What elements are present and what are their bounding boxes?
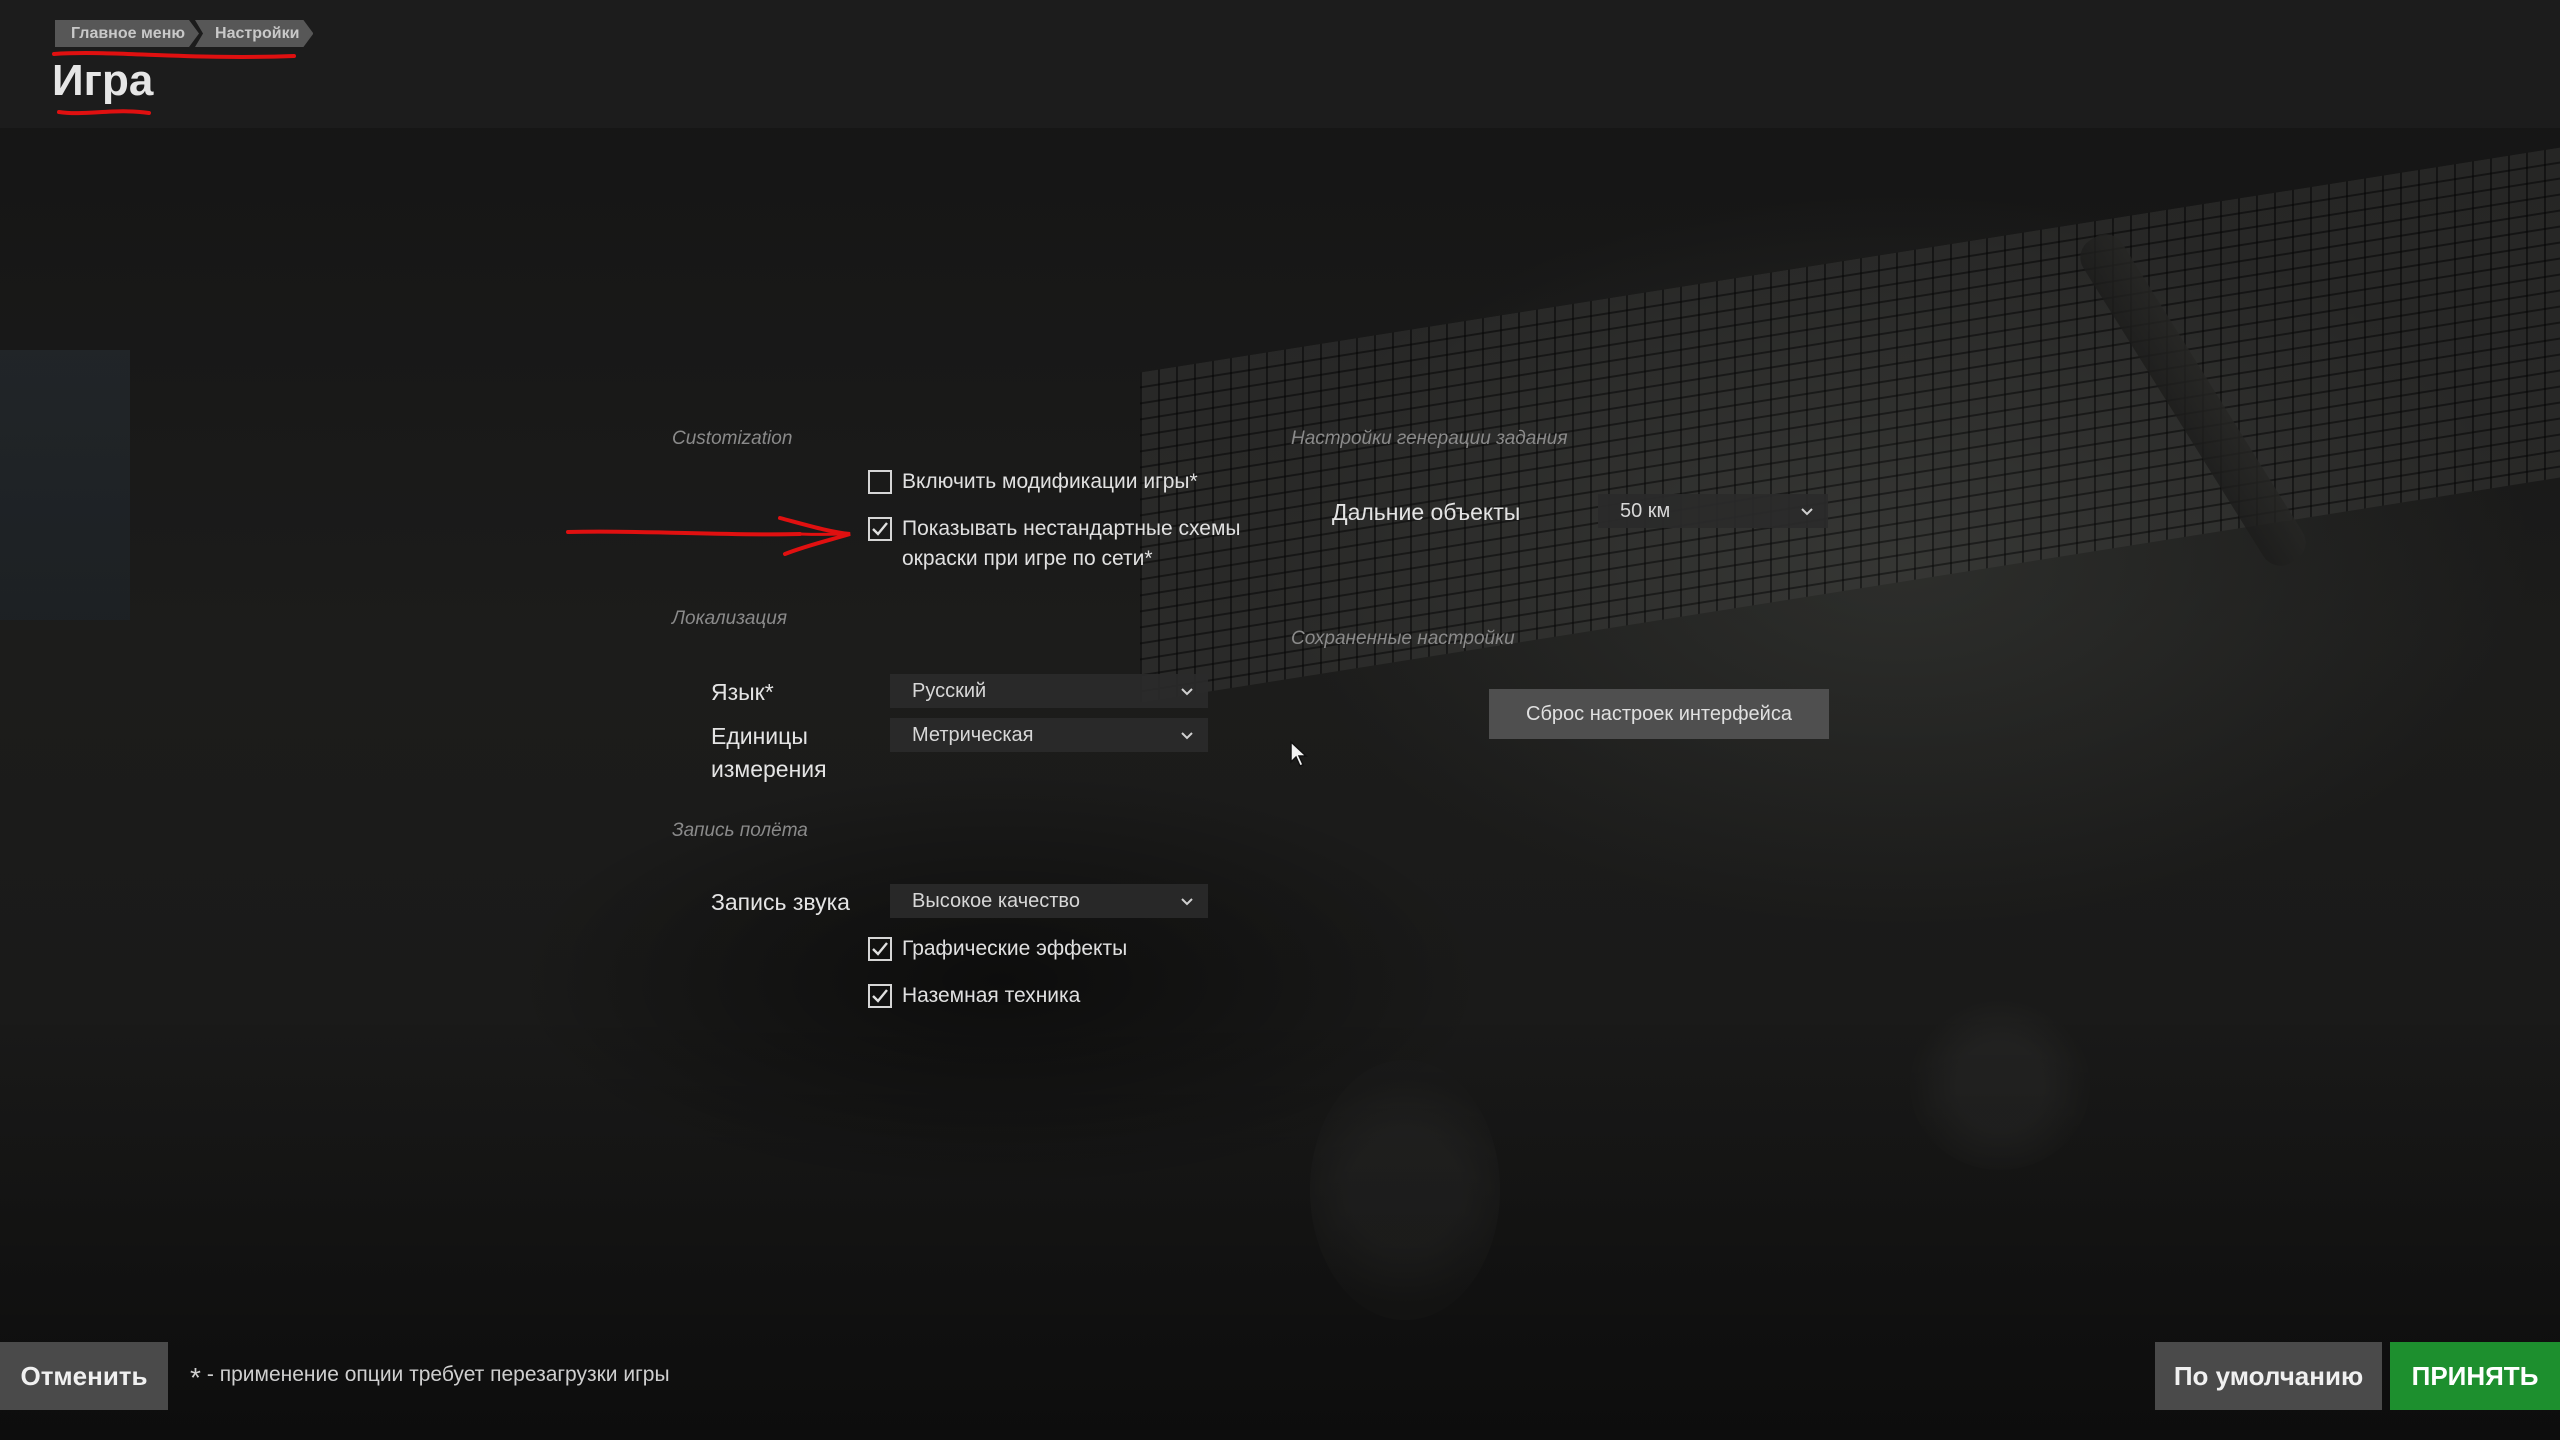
section-label-customization: Customization [672, 428, 793, 449]
chevron-down-icon [1801, 508, 1813, 516]
breadcrumb-settings[interactable]: Настройки [195, 20, 313, 47]
units-value: Метрическая [912, 723, 1034, 746]
show-custom-skins-checkbox-row[interactable]: Показывать нестандартные схемы окраски п… [868, 514, 1241, 574]
hangar-window-grid [1140, 147, 2560, 703]
section-label-saved-settings: Сохраненные настройки [1291, 628, 1515, 649]
restart-footnote: * - применение опции требует перезагрузки… [190, 1362, 670, 1394]
footnote-star: * [190, 1362, 201, 1393]
breadcrumb: Главное меню Настройки [55, 20, 313, 47]
language-select[interactable]: Русский [890, 674, 1208, 708]
distant-objects-value: 50 км [1620, 499, 1671, 522]
defaults-button[interactable]: По умолчанию [2155, 1342, 2382, 1410]
hangar-background [0, 0, 2560, 1440]
section-label-localization: Локализация [672, 608, 787, 629]
sound-recording-select[interactable]: Высокое качество [890, 884, 1208, 918]
language-value: Русский [912, 679, 987, 702]
distant-objects-label: Дальние объекты [1332, 499, 1521, 525]
show-custom-skins-label: Показывать нестандартные схемы окраски п… [902, 514, 1241, 574]
graphic-effects-label: Графические эффекты [902, 937, 1128, 960]
checkmark-icon [872, 989, 888, 1003]
show-custom-skins-label-line2: окраски при игре по сети* [902, 547, 1153, 570]
checkmark-icon [872, 942, 888, 956]
units-label-line2: измерения [711, 756, 827, 782]
units-label: Единицы измерения [711, 720, 827, 786]
footnote-text: - применение опции требует перезагрузки … [206, 1363, 670, 1386]
show-custom-skins-label-line1: Показывать нестандартные схемы [902, 517, 1241, 540]
ground-vehicles-label: Наземная техника [902, 984, 1081, 1007]
distant-objects-select[interactable]: 50 км [1598, 494, 1828, 528]
chevron-down-icon [1181, 688, 1193, 696]
chevron-down-icon [1181, 732, 1193, 740]
page-header: Главное меню Настройки Игра [0, 0, 2560, 128]
breadcrumb-main-menu[interactable]: Главное меню [55, 20, 199, 47]
accept-button[interactable]: ПРИНЯТЬ [2390, 1342, 2560, 1410]
page-title: Игра [52, 56, 154, 105]
language-label: Язык* [711, 679, 774, 705]
sound-recording-value: Высокое качество [912, 889, 1080, 912]
hangar-door [0, 350, 130, 620]
section-label-mission-generation: Настройки генерации задания [1291, 428, 1568, 449]
graphic-effects-checkbox[interactable] [868, 937, 892, 961]
chevron-down-icon [1181, 898, 1193, 906]
enable-mods-label: Включить модификации игры* [902, 470, 1198, 493]
units-label-line1: Единицы [711, 723, 808, 749]
cancel-button[interactable]: Отменить [0, 1342, 168, 1410]
ground-vehicles-checkbox[interactable] [868, 984, 892, 1008]
reset-interface-button[interactable]: Сброс настроек интерфейса [1489, 689, 1829, 739]
graphic-effects-checkbox-row[interactable]: Графические эффекты [868, 934, 1127, 964]
units-select[interactable]: Метрическая [890, 718, 1208, 752]
checkmark-icon [872, 522, 888, 536]
show-custom-skins-checkbox[interactable] [868, 517, 892, 541]
mouse-cursor-icon [1290, 740, 1308, 768]
ground-vehicles-checkbox-row[interactable]: Наземная техника [868, 981, 1080, 1011]
sound-recording-label: Запись звука [711, 889, 850, 915]
section-label-flight-recording: Запись полёта [672, 820, 808, 841]
enable-mods-checkbox-row[interactable]: Включить модификации игры* [868, 467, 1198, 497]
enable-mods-checkbox[interactable] [868, 470, 892, 494]
